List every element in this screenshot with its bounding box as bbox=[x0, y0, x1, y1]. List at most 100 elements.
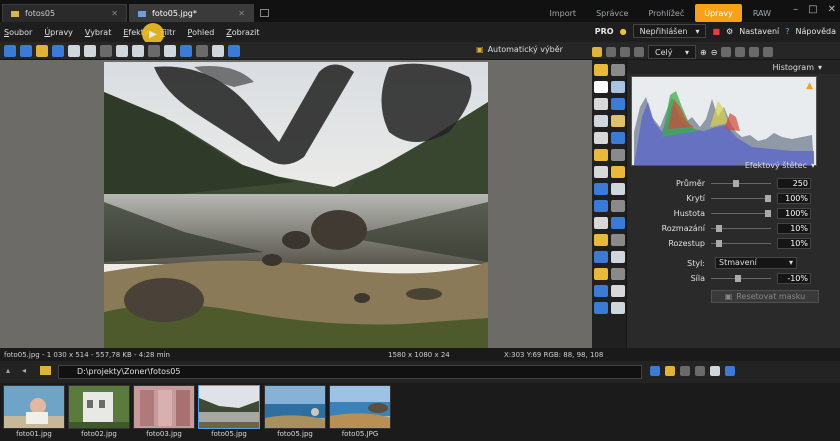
dropper-icon[interactable] bbox=[594, 166, 608, 178]
hdr-icon[interactable] bbox=[594, 285, 608, 297]
slider-track[interactable] bbox=[711, 239, 771, 247]
thumbnail-item[interactable]: foto01.jpg bbox=[3, 385, 65, 439]
help-link[interactable]: Nápověda bbox=[796, 27, 837, 36]
red-eye-icon[interactable] bbox=[594, 132, 608, 144]
thumbnail-item[interactable]: foto03.jpg bbox=[133, 385, 195, 439]
polygon-icon[interactable] bbox=[611, 217, 625, 229]
slider-knob[interactable] bbox=[716, 239, 722, 247]
straighten-icon[interactable] bbox=[594, 234, 608, 246]
settings-link[interactable]: Nastavení bbox=[739, 27, 779, 36]
help-icon[interactable]: ? bbox=[785, 27, 789, 36]
view-mode-icon[interactable] bbox=[680, 366, 690, 376]
folder-path-field[interactable]: D:\projekty\Zoner\fotos05 bbox=[58, 365, 642, 379]
slider-knob[interactable] bbox=[716, 224, 722, 232]
slider-value[interactable]: 10% bbox=[777, 222, 811, 234]
slider-knob[interactable] bbox=[765, 209, 771, 217]
slider-knob[interactable] bbox=[765, 194, 771, 202]
layout-icon[interactable] bbox=[725, 366, 735, 376]
redo-icon[interactable] bbox=[20, 44, 32, 57]
open-folder-icon[interactable] bbox=[36, 44, 48, 57]
view-icon[interactable] bbox=[228, 44, 240, 57]
compare-icon[interactable] bbox=[212, 44, 224, 57]
info-icon[interactable] bbox=[606, 47, 616, 57]
flip-icon[interactable] bbox=[148, 44, 160, 57]
sticker-icon[interactable] bbox=[594, 268, 608, 280]
text-icon[interactable] bbox=[594, 200, 608, 212]
slider-track[interactable] bbox=[711, 179, 771, 187]
slider-value[interactable]: 100% bbox=[777, 192, 811, 204]
slider-value[interactable]: 10% bbox=[777, 237, 811, 249]
slider-track[interactable] bbox=[711, 274, 771, 282]
pencil-icon[interactable] bbox=[611, 166, 625, 178]
mode-spravce[interactable]: Správce bbox=[587, 4, 637, 22]
folder-icon[interactable] bbox=[40, 366, 51, 375]
clone-icon[interactable] bbox=[594, 115, 608, 127]
shape-icon[interactable] bbox=[611, 183, 625, 195]
slider-track[interactable] bbox=[711, 209, 771, 217]
filmstrip-toggle-icon[interactable]: ▴ bbox=[6, 366, 10, 375]
zoom-in-icon[interactable]: ⊕ bbox=[700, 48, 707, 57]
perspective-icon[interactable] bbox=[611, 234, 625, 246]
slider-knob[interactable] bbox=[733, 179, 739, 187]
panel-toggle-icon[interactable] bbox=[763, 47, 774, 57]
sort-icon[interactable] bbox=[650, 366, 660, 376]
grid-icon[interactable] bbox=[620, 47, 630, 57]
watermark-icon[interactable] bbox=[594, 251, 608, 263]
crop-icon[interactable] bbox=[164, 44, 176, 57]
menu-vybrat[interactable]: Vybrat bbox=[85, 28, 111, 37]
frame-icon[interactable] bbox=[611, 251, 625, 263]
crop-tool-icon[interactable] bbox=[611, 98, 625, 110]
zoom-100-icon[interactable] bbox=[721, 47, 732, 57]
lightbulb-icon[interactable]: ● bbox=[620, 27, 627, 36]
tab-foto05[interactable]: foto05.jpg* ✕ bbox=[129, 4, 254, 22]
gradient-icon[interactable] bbox=[611, 149, 625, 161]
retouch-icon[interactable] bbox=[611, 115, 625, 127]
thumbnail-item-selected[interactable]: foto05.jpg bbox=[198, 385, 260, 439]
maximize-icon[interactable]: □ bbox=[808, 4, 817, 15]
print-icon[interactable] bbox=[594, 302, 608, 314]
account-dropdown[interactable]: Nepřihlášen ▾ bbox=[632, 24, 707, 38]
thumbnail-item[interactable]: foto02.jpg bbox=[68, 385, 130, 439]
panorama-icon[interactable] bbox=[611, 285, 625, 297]
pen-icon[interactable] bbox=[592, 47, 602, 57]
filter-icon[interactable] bbox=[665, 366, 675, 376]
edited-photo[interactable] bbox=[104, 62, 488, 348]
fill-icon[interactable] bbox=[611, 200, 625, 212]
layers-icon[interactable] bbox=[196, 44, 208, 57]
eraser-icon[interactable] bbox=[594, 149, 608, 161]
histogram-header[interactable]: Histogram ▾ bbox=[627, 60, 840, 74]
lasso-icon[interactable] bbox=[594, 217, 608, 229]
select-all-icon[interactable] bbox=[710, 366, 720, 376]
slider-knob[interactable] bbox=[735, 274, 741, 282]
rotate-right-icon[interactable] bbox=[132, 44, 144, 57]
mode-upravy[interactable]: Úpravy bbox=[695, 4, 742, 22]
resize-icon[interactable] bbox=[180, 44, 192, 57]
magic-wand-icon[interactable] bbox=[594, 64, 608, 76]
gear-icon[interactable]: ⚙ bbox=[726, 27, 733, 36]
menu-upravy[interactable]: Úpravy bbox=[44, 28, 73, 37]
thumbnail-size-icon[interactable] bbox=[695, 366, 705, 376]
thumbnail-item[interactable]: foto05.JPG bbox=[329, 385, 391, 439]
close-icon[interactable]: ✕ bbox=[111, 9, 118, 18]
tab-fotos05[interactable]: fotos05 ✕ bbox=[2, 4, 127, 22]
slider-value[interactable]: 250 bbox=[777, 177, 811, 189]
mode-raw[interactable]: RAW bbox=[744, 4, 780, 22]
zoom-tool-icon[interactable] bbox=[611, 81, 625, 93]
slider-value[interactable]: 100% bbox=[777, 207, 811, 219]
fullscreen-icon[interactable] bbox=[735, 47, 746, 57]
reset-mask-button[interactable]: ▣ Resetovat masku bbox=[711, 290, 819, 303]
slider-value[interactable]: -10% bbox=[777, 272, 811, 284]
back-icon[interactable]: ◂ bbox=[22, 366, 26, 375]
undo-icon[interactable] bbox=[4, 44, 16, 57]
effects-header[interactable]: Efektový štětec ▾ bbox=[627, 158, 840, 172]
paste-icon[interactable] bbox=[84, 44, 96, 57]
cut-icon[interactable] bbox=[100, 44, 112, 57]
collage-icon[interactable] bbox=[611, 268, 625, 280]
zoom-dropdown[interactable]: Celý ▾ bbox=[648, 45, 696, 59]
new-tab-icon[interactable] bbox=[260, 9, 269, 17]
warning-icon[interactable]: ▲ bbox=[806, 81, 813, 91]
hand-icon[interactable] bbox=[611, 64, 625, 76]
effect-brush-icon[interactable] bbox=[611, 132, 625, 144]
thumbnail-item[interactable]: foto05.jpg bbox=[264, 385, 326, 439]
menu-zobrazit[interactable]: Zobrazit bbox=[226, 28, 259, 37]
